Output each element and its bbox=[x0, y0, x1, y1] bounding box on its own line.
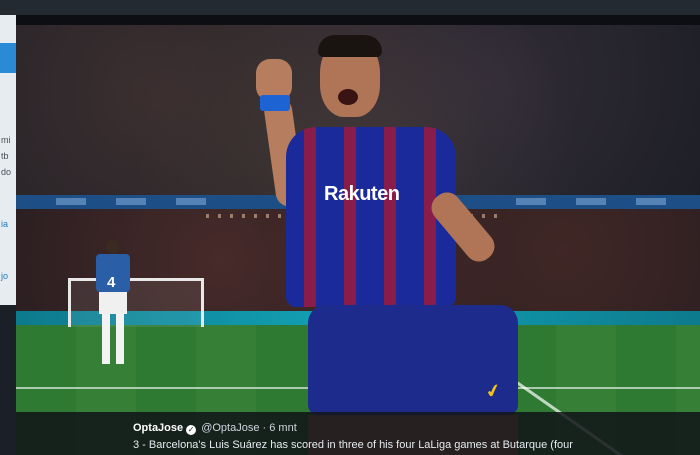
separator: · bbox=[262, 422, 267, 434]
celebrating-player: Rakuten ✔ bbox=[248, 35, 538, 455]
striped-jersey bbox=[286, 127, 456, 307]
tweet-media-viewer: mi tb do ia jo 4 Rakuten ✔ OptaJose ✓ @O… bbox=[0, 0, 700, 455]
player-number: 4 bbox=[107, 274, 116, 291]
dark-region bbox=[0, 305, 16, 455]
open-mouth bbox=[338, 89, 358, 105]
author-name[interactable]: OptaJose bbox=[133, 422, 183, 434]
wristband bbox=[260, 95, 290, 111]
verified-badge-icon: ✓ bbox=[186, 425, 197, 435]
goal-frame bbox=[68, 278, 204, 327]
tweet-time[interactable]: 6 mnt bbox=[269, 422, 297, 434]
player-hair bbox=[318, 35, 382, 57]
underlying-page-sliver: mi tb do ia jo bbox=[0, 15, 16, 455]
background-player: 4 bbox=[94, 240, 134, 370]
text-fragment: tb bbox=[1, 151, 9, 161]
viewer-top-bar bbox=[0, 0, 700, 16]
tweet-caption-overlay[interactable]: OptaJose ✓ @OptaJose · 6 mnt 3 - Barcelon… bbox=[16, 412, 700, 455]
text-fragment: do bbox=[1, 167, 12, 177]
tweet-text: 3 - Barcelona's Luis Suárez has scored i… bbox=[133, 439, 573, 451]
text-fragment: jo bbox=[1, 271, 9, 281]
text-fragment: ia bbox=[1, 219, 9, 229]
accent-strip bbox=[0, 43, 16, 73]
tweet-header: OptaJose ✓ @OptaJose · 6 mnt bbox=[133, 422, 297, 435]
player-shorts bbox=[308, 305, 518, 415]
author-handle[interactable]: @OptaJose bbox=[201, 422, 259, 434]
text-fragment: mi bbox=[1, 135, 11, 145]
tweet-photo[interactable]: 4 Rakuten ✔ bbox=[16, 15, 700, 455]
shirt-sponsor-logo: Rakuten bbox=[324, 183, 400, 205]
